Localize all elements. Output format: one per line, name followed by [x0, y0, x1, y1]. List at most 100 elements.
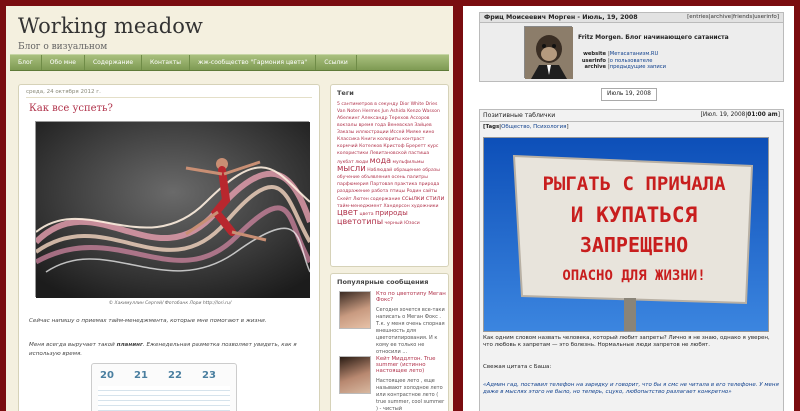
tag-link[interactable]: колориты: [377, 137, 401, 142]
tag-link[interactable]: Терехов: [389, 116, 409, 121]
tag-link[interactable]: Ассоров: [410, 116, 429, 121]
tag-link[interactable]: года: [375, 123, 386, 128]
tag-link[interactable]: 5 сантиметров в секунду: [337, 102, 398, 107]
tag-link[interactable]: White: [411, 102, 424, 107]
tag-link[interactable]: природы: [375, 209, 408, 217]
dancer-photo[interactable]: [33, 121, 313, 298]
tag-link[interactable]: Бреретт: [406, 144, 426, 149]
post-paragraph-bold: планинг: [116, 342, 143, 348]
tag-link[interactable]: колористики: [337, 151, 368, 156]
tag-link[interactable]: время: [359, 123, 374, 128]
site-title[interactable]: Working meadow: [18, 14, 203, 38]
tag-link[interactable]: Книги: [361, 137, 376, 142]
post-paragraph-text: Меня всегда выручает такой: [29, 342, 117, 348]
warning-sign-art: РЫГАТЬ С ПРИЧАЛА И КУПАТЬСЯ ЗАПРЕЩЕНО ОП…: [484, 138, 768, 331]
tag-link[interactable]: мысли: [337, 164, 366, 174]
post-date: среда, 24 октября 2012 г.: [26, 89, 101, 95]
tag-link[interactable]: Мияке: [406, 130, 421, 135]
nav-item-community[interactable]: жж-сообщество "Гармония цвета": [190, 55, 317, 70]
tag-link[interactable]: практика: [394, 182, 417, 187]
tag-link[interactable]: Лютен: [353, 197, 369, 202]
popular-post-thumbnail[interactable]: [339, 356, 371, 394]
tag-link[interactable]: обучение: [337, 175, 360, 180]
tag-link[interactable]: вокзалы: [337, 123, 357, 128]
tag-link[interactable]: природа: [419, 182, 440, 187]
tag-link[interactable]: Dior: [400, 102, 410, 107]
tag-link[interactable]: Наблюдай: [367, 168, 392, 173]
tag-link[interactable]: черный: [385, 221, 403, 226]
tag-link[interactable]: Зайцев: [414, 123, 431, 128]
tag-link[interactable]: сайты: [423, 189, 438, 194]
tag-link[interactable]: Kenzo: [407, 109, 421, 114]
tag-link[interactable]: Wasson: [422, 109, 440, 114]
popular-posts-widget: Популярные сообщения Кто по цветотипу Ме…: [330, 273, 449, 411]
entry-date: [Июл. 19, 2008|01:00 am]: [700, 112, 780, 118]
tag-link[interactable]: раздражение: [337, 189, 370, 194]
tag-link[interactable]: Иссей: [390, 130, 404, 135]
divider: [26, 97, 312, 98]
info-label: userinfo: [581, 57, 606, 64]
post-paragraph: Сейчас напишу о приемах тайм-менеджмента…: [29, 318, 267, 324]
tag-link[interactable]: Скейт: [337, 197, 351, 202]
popular-post-link[interactable]: Кто по цветотипу Меган Фокс?: [376, 291, 446, 303]
tag-link[interactable]: Котелков: [359, 144, 382, 149]
entry-time[interactable]: 01:00 am: [747, 112, 777, 118]
nav-item-contents[interactable]: Содержание: [85, 55, 143, 70]
tag-link[interactable]: контраст: [402, 137, 424, 142]
tag-link[interactable]: Юзоси: [404, 221, 420, 226]
tag-link[interactable]: мода: [370, 156, 391, 165]
tags-links[interactable]: Общество, Психология: [501, 124, 566, 130]
tag-link[interactable]: Родин: [407, 189, 422, 194]
tag-link[interactable]: художники: [411, 204, 438, 209]
journal-entry: Позитивные таблички [Июл. 19, 2008|01:00…: [479, 109, 784, 411]
nav-item-blog[interactable]: Блог: [10, 55, 42, 70]
tag-link[interactable]: Веневская: [387, 123, 412, 128]
userinfo-link[interactable]: о пользователе: [610, 58, 653, 64]
livejournal-blog: Фриц Моисеевич Морген - Июль, 19, 2008 […: [463, 6, 794, 411]
entry-paragraph: Как одним словом назвать человека, котор…: [483, 335, 770, 349]
tag-link[interactable]: Заказы: [337, 130, 354, 135]
planner-day: 23: [202, 370, 216, 381]
planner-image[interactable]: 20 21 22 23: [91, 363, 237, 411]
tag-link[interactable]: кино: [423, 130, 435, 135]
tag-link[interactable]: курс: [427, 144, 438, 149]
post-title[interactable]: Как все успеть?: [29, 103, 113, 114]
website-link[interactable]: Метасатанизм.RU: [610, 51, 659, 57]
tag-link[interactable]: кормчий: [337, 144, 358, 149]
tag-link[interactable]: птицы: [390, 189, 405, 194]
tag-link[interactable]: содержание: [370, 197, 400, 202]
tag-link[interactable]: Абелкинг: [337, 116, 360, 121]
archive-link[interactable]: предыдущие записи: [610, 64, 666, 70]
tag-link[interactable]: Jun Ashida: [382, 109, 406, 114]
tag-link[interactable]: Александр: [361, 116, 387, 121]
journal-profile: Fritz Morgen. Блог начинающего сатаниста…: [479, 23, 784, 82]
warning-sign-photo[interactable]: РЫГАТЬ С ПРИЧАЛА И КУПАТЬСЯ ЗАПРЕЩЕНО ОП…: [483, 137, 769, 332]
popular-post-link[interactable]: Кейт Миддлтон. True summer (истинно наст…: [376, 356, 446, 374]
sign-line: И КУПАТЬСЯ: [571, 203, 697, 227]
tag-link[interactable]: ссылки: [402, 195, 425, 202]
nav-item-about[interactable]: Обо мне: [42, 55, 85, 70]
planner-lines: [98, 386, 230, 411]
nav-item-contacts[interactable]: Контакты: [142, 55, 190, 70]
tag-link[interactable]: обращение: [394, 168, 421, 173]
info-label: website: [583, 51, 606, 57]
tag-link[interactable]: объявления: [361, 175, 390, 180]
tag-link[interactable]: стили: [426, 195, 444, 202]
tag-link[interactable]: Партовая: [370, 182, 393, 187]
user-avatar[interactable]: [524, 26, 573, 79]
tag-link[interactable]: Кристоф: [383, 144, 404, 149]
tag-link[interactable]: осень: [392, 175, 406, 180]
tag-link[interactable]: пастиша: [408, 151, 429, 156]
tag-link[interactable]: Hermes: [362, 109, 380, 114]
tag-link[interactable]: палитры: [407, 175, 428, 180]
tag-link[interactable]: Классика: [337, 137, 360, 142]
tag-link[interactable]: иллюстрации: [356, 130, 389, 135]
nav-item-links[interactable]: Ссылки: [316, 55, 357, 70]
tag-link[interactable]: цветотипы: [337, 217, 383, 226]
tag-link[interactable]: работа: [371, 189, 388, 194]
tag-link[interactable]: парфюмерия: [337, 182, 369, 187]
journal-nav-links[interactable]: [entries|archive|friends|userinfo]: [687, 14, 779, 20]
popular-post-thumbnail[interactable]: [339, 291, 371, 329]
tag-link[interactable]: мульфильмы: [393, 160, 424, 165]
tag-link[interactable]: образы: [422, 168, 439, 173]
